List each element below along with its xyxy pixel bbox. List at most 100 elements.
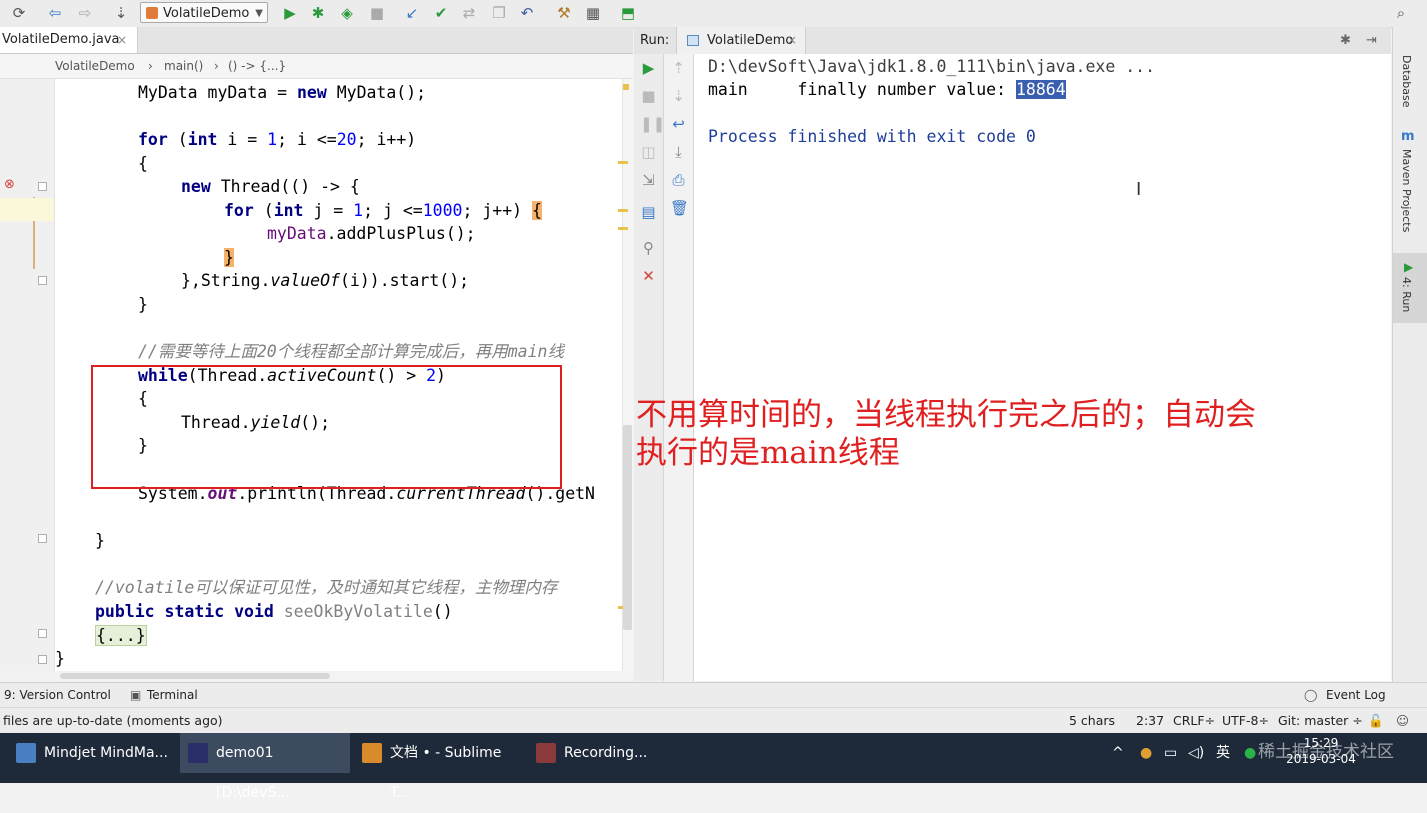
sdk-icon[interactable]: ⬒ [619,4,637,22]
build-icon[interactable]: ⇣ [112,4,130,22]
fold-marker-icon[interactable] [38,276,47,285]
close-icon[interactable]: × [117,27,127,53]
hide-panel-icon[interactable]: ⇥ [1366,27,1377,54]
version-control-tool-button[interactable]: 9: Version Control [4,683,111,708]
run-tab-volatiledemo[interactable]: VolatileDemo × [676,27,806,54]
app-tray-icon[interactable]: ● [1140,733,1152,773]
status-message[interactable]: files are up-to-date (moments ago) [3,708,223,733]
selected-text[interactable]: 18864 [1015,80,1066,99]
error-stripe-marker[interactable] [618,209,628,212]
fold-marker-icon[interactable] [38,182,47,191]
editor-tab-label: VolatileDemo.java [2,32,120,47]
print-icon[interactable]: ⎙ [670,172,687,189]
vcs-commit-icon[interactable]: ✔ [432,4,450,22]
database-tool-button[interactable]: Database [1400,55,1413,108]
close-icon[interactable]: × [787,27,797,54]
breadcrumb-item-lambda[interactable]: () -> {...} [228,54,286,78]
mindjet-icon [16,743,36,763]
editor-gutter: ⊗ [0,79,55,671]
maven-projects-tool-button[interactable]: Maven Projects [1400,149,1413,232]
revert-icon[interactable]: ↶ [518,4,536,22]
project-structure-icon[interactable]: ▦ [584,4,602,22]
folded-code-block[interactable]: {...} [95,625,147,646]
status-bar: files are up-to-date (moments ago) 5 cha… [0,707,1427,734]
annotation-line: 不用算时间的，当线程执行完之后的；自动会 [636,397,1256,433]
debug-icon[interactable]: ✱ [309,4,327,22]
ime-indicator[interactable]: 英 [1216,733,1230,773]
down-arrow-icon[interactable]: ⇣ [670,88,687,105]
editor-hscroll-thumb[interactable] [60,673,330,679]
error-stripe-marker[interactable] [618,227,628,230]
breadcrumb-separator-icon: › [148,59,153,73]
git-branch-selector[interactable]: Git: master ÷ [1278,708,1363,733]
error-stripe-marker[interactable] [618,161,628,164]
chevron-down-icon: ▼ [255,8,263,19]
run-icon[interactable]: ▶ [281,4,299,22]
selection-chars: 5 chars [1069,713,1116,728]
run-config-selector[interactable]: VolatileDemo ▼ [140,2,268,23]
pin-icon[interactable]: ⚲ [640,240,657,257]
close-icon[interactable]: ✕ [640,268,657,285]
lock-icon[interactable]: 🔓 [1368,708,1384,733]
taskbar-item-sublime[interactable]: 文档 • - Sublime T... [354,733,524,801]
run-tool-button[interactable]: 4: Run [1400,277,1413,312]
code-line: myData.addPlusPlus(); [267,224,476,243]
exit-icon[interactable]: ⇲ [640,172,657,189]
coverage-icon[interactable]: ◈ [338,4,356,22]
wechat-icon[interactable]: ● [1244,733,1256,773]
fold-marker-icon[interactable] [38,534,47,543]
terminal-icon: ▣ [130,688,142,702]
editor-tab-bar: VolatileDemo.java × [0,27,633,54]
gear-icon[interactable]: ✱ [1340,27,1351,54]
up-arrow-icon[interactable]: ⇡ [670,60,687,77]
battery-icon[interactable]: ▭ [1164,733,1177,773]
taskbar-item-intellij[interactable]: demo01 [D:\devS... [180,733,350,801]
soft-wrap-icon[interactable]: ↩ [670,116,687,133]
search-icon[interactable]: ⌕ [1392,4,1410,22]
vcs-compare-icon[interactable]: ⇄ [460,4,478,22]
trash-icon[interactable]: 🗑 [670,200,689,217]
breakpoint-icon[interactable]: ⊗ [4,177,15,192]
breadcrumb-item-class[interactable]: VolatileDemo [55,54,135,78]
volume-icon[interactable]: ◁) [1188,733,1204,773]
editor-scrollbar-thumb[interactable] [623,425,632,630]
sync-icon[interactable]: ⟳ [10,4,28,22]
breadcrumb-item-method[interactable]: main() [164,54,203,78]
warning-marker[interactable] [623,84,629,90]
code-line: new Thread(() -> { [181,177,360,196]
rerun-icon[interactable]: ▶ [640,60,657,77]
event-log-tool-button[interactable]: Event Log [1326,683,1386,708]
inspector-icon[interactable]: ☺ [1396,708,1409,733]
code-line[interactable]: {...} [95,624,147,647]
chevron-up-icon[interactable]: ^ [1112,733,1124,773]
run-toolbar-primary: ▶ ■ ❚❚ ◫ ⇲ ▤ ⚲ ✕ [634,54,665,681]
terminal-tool-button[interactable]: Terminal [147,683,198,708]
layout-icon[interactable]: ▤ [640,204,657,221]
editor-tab-volatiledemo[interactable]: VolatileDemo.java × [0,27,138,53]
main-toolbar: ⟳ ⇦ ⇨ ⇣ VolatileDemo ▼ ▶ ✱ ◈ ■ ↙ ✔ ⇄ ❐ ↶… [0,0,1427,28]
caret-position[interactable]: 2:37 [1136,708,1164,733]
line-separator-selector[interactable]: CRLF÷ [1173,708,1215,733]
forward-icon[interactable]: ⇨ [76,4,94,22]
fold-marker-icon[interactable] [38,655,47,664]
run-icon: ▶ [1404,260,1414,274]
settings-wrench-icon[interactable]: ⚒ [555,4,573,22]
vcs-history-icon[interactable]: ❐ [490,4,508,22]
dump-threads-icon[interactable]: ◫ [640,144,657,161]
console-exit-line: Process finished with exit code 0 [708,127,1036,146]
console-output[interactable]: D:\devSoft\Java\jdk1.8.0_111\bin\java.ex… [694,54,1391,681]
stop-icon[interactable]: ■ [368,4,386,22]
stop-icon[interactable]: ■ [640,88,657,105]
taskbar-item-recording[interactable]: Recording... [528,733,678,773]
taskbar-item-mindjet[interactable]: Mindjet MindMa... [8,733,176,773]
fold-marker-icon[interactable] [38,629,47,638]
code-line: { [138,154,148,173]
code-line: } [224,248,234,267]
back-icon[interactable]: ⇦ [46,4,64,22]
vcs-update-icon[interactable]: ↙ [403,4,421,22]
annotation-highlight-box [91,365,562,489]
console-output-line: main finally number value: 18864 [708,80,1066,99]
scroll-to-end-icon[interactable]: ⤓ [670,144,687,161]
encoding-selector[interactable]: UTF-8÷ [1222,708,1269,733]
pause-icon[interactable]: ❚❚ [640,116,665,133]
